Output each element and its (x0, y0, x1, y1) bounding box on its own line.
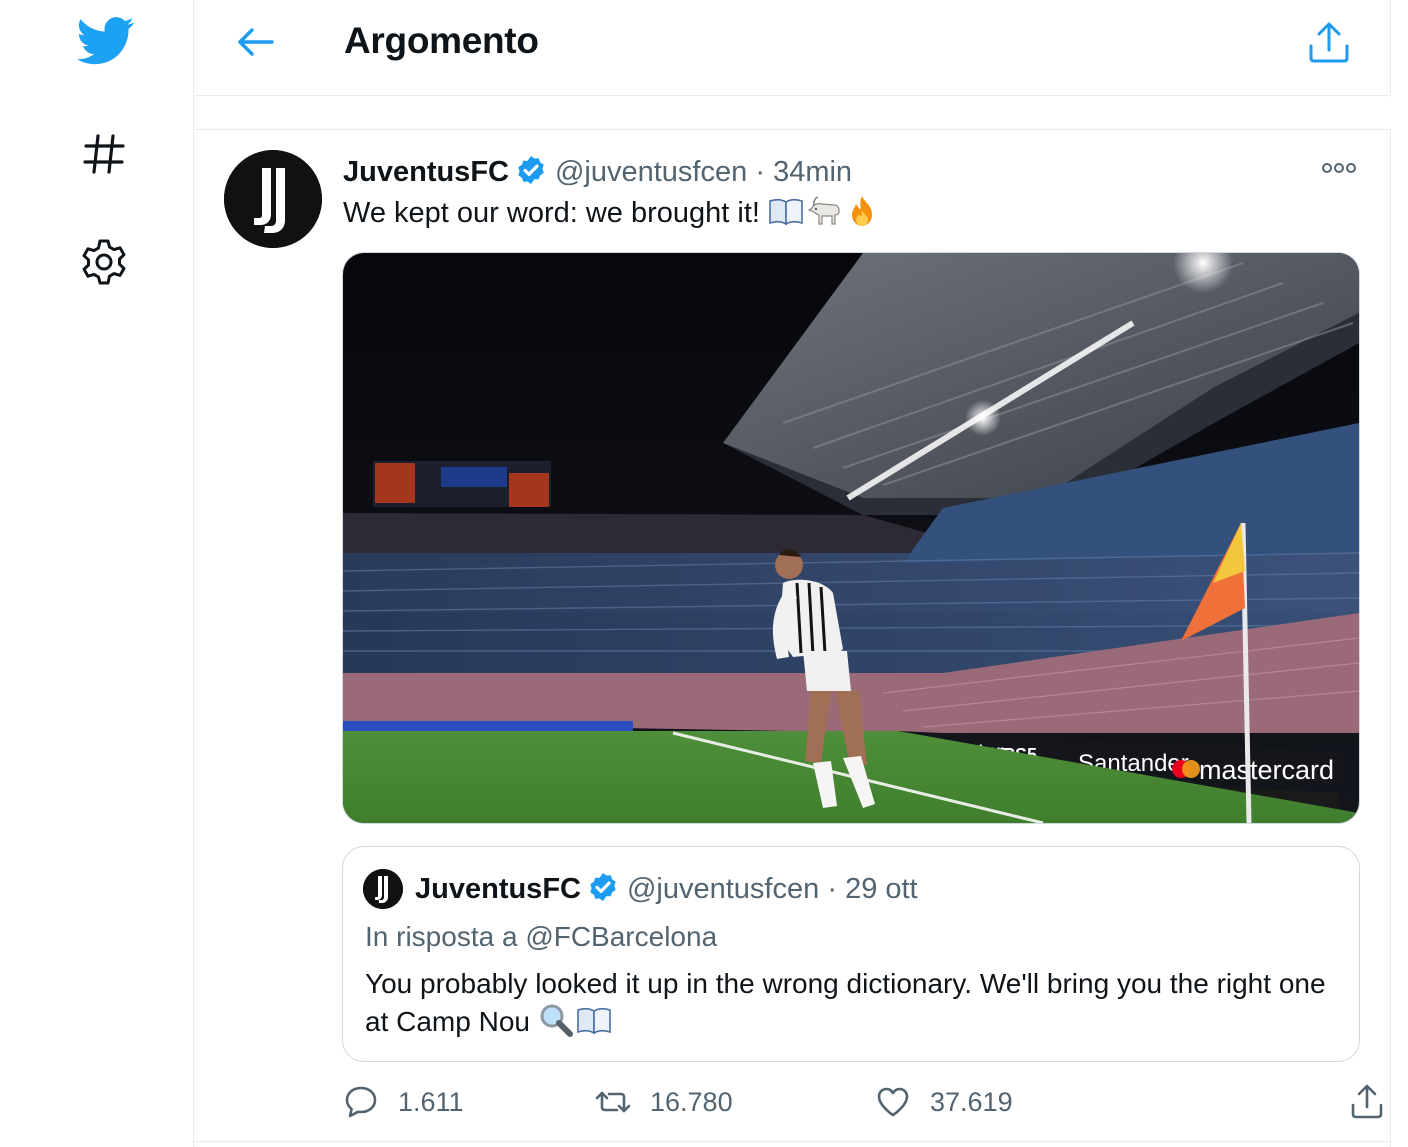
tweet-timestamp[interactable]: 34min (773, 156, 852, 188)
quoted-tweet-text: You probably looked it up in the wrong d… (365, 965, 1345, 1041)
sign-mastercard: mastercard (1199, 755, 1334, 785)
reply-bubble-icon (345, 1086, 377, 1118)
reply-context: In risposta a @FCBarcelona (365, 919, 717, 955)
verified-badge-icon (590, 873, 616, 901)
author-name[interactable]: JuventusFC (343, 156, 509, 188)
avatar[interactable] (224, 150, 322, 248)
author-handle[interactable]: @juventusfcen (555, 156, 747, 188)
quoted-text-body: You probably looked it up in the wrong d… (365, 968, 1326, 1037)
meta-separator: · (827, 873, 837, 905)
reply-to-handle[interactable]: @FCBarcelona (525, 921, 717, 952)
settings-gear-icon[interactable] (80, 238, 128, 286)
juventus-logo-icon (363, 869, 403, 909)
share-icon (1351, 1084, 1383, 1119)
heart-icon (877, 1087, 909, 1117)
retweet-count: 16.780 (650, 1086, 733, 1117)
retweet-button[interactable]: 16.780 (594, 1078, 733, 1126)
tweet-text-body: We kept our word: we brought it! (343, 197, 760, 229)
goat-emoji-icon (807, 196, 840, 225)
share-icon[interactable] (1306, 20, 1352, 66)
main-column: Argomento JuventusFC @juventusfcen · 34mi… (194, 0, 1391, 1147)
open-book-emoji-icon (576, 1007, 611, 1035)
reply-prefix: In risposta a (365, 921, 518, 952)
reply-count: 1.611 (398, 1086, 464, 1117)
tweet-action-bar: 1.611 16.780 37.619 (342, 1078, 1383, 1126)
quoted-author-handle: @juventusfcen (626, 873, 820, 905)
hashtag-explore-icon[interactable] (82, 132, 126, 176)
quoted-author-line: JuventusFC @juventusfcen · 29 ott (415, 869, 918, 909)
quoted-tweet[interactable]: JuventusFC @juventusfcen · 29 ott In risp… (342, 846, 1360, 1062)
meta-separator: · (755, 156, 765, 188)
fire-emoji-icon (852, 196, 873, 226)
twitter-logo-icon[interactable] (77, 16, 135, 66)
like-button[interactable]: 37.619 (874, 1078, 1013, 1126)
magnifier-emoji-icon (540, 1004, 573, 1037)
quoted-author-name: JuventusFC (415, 873, 581, 905)
juventus-logo-icon (224, 150, 322, 248)
like-count: 37.619 (930, 1086, 1013, 1117)
reply-button[interactable]: 1.611 (342, 1078, 464, 1126)
left-nav-rail (0, 0, 194, 1147)
more-options-icon[interactable] (1321, 160, 1357, 176)
tweet[interactable]: JuventusFC @juventusfcen · 34min We kept … (194, 130, 1391, 1142)
tweet-author-line: JuventusFC @juventusfcen · 34min (343, 154, 852, 190)
open-book-emoji-icon (769, 198, 803, 226)
quoted-date: 29 ott (845, 873, 918, 905)
tweet-text: We kept our word: we brought it! (343, 194, 882, 232)
retweet-icon (595, 1091, 631, 1113)
share-button[interactable] (1348, 1078, 1404, 1126)
section-divider (194, 97, 1391, 130)
verified-badge-icon (518, 156, 544, 184)
back-arrow-icon[interactable] (234, 24, 278, 60)
page-title: Argomento (344, 20, 539, 61)
quoted-avatar[interactable] (363, 869, 403, 909)
page-header: Argomento (194, 0, 1391, 96)
stadium-photo: Heineken PS5 Santander mastercard (343, 253, 1359, 823)
tweet-media-photo[interactable]: Heineken PS5 Santander mastercard (342, 252, 1360, 824)
